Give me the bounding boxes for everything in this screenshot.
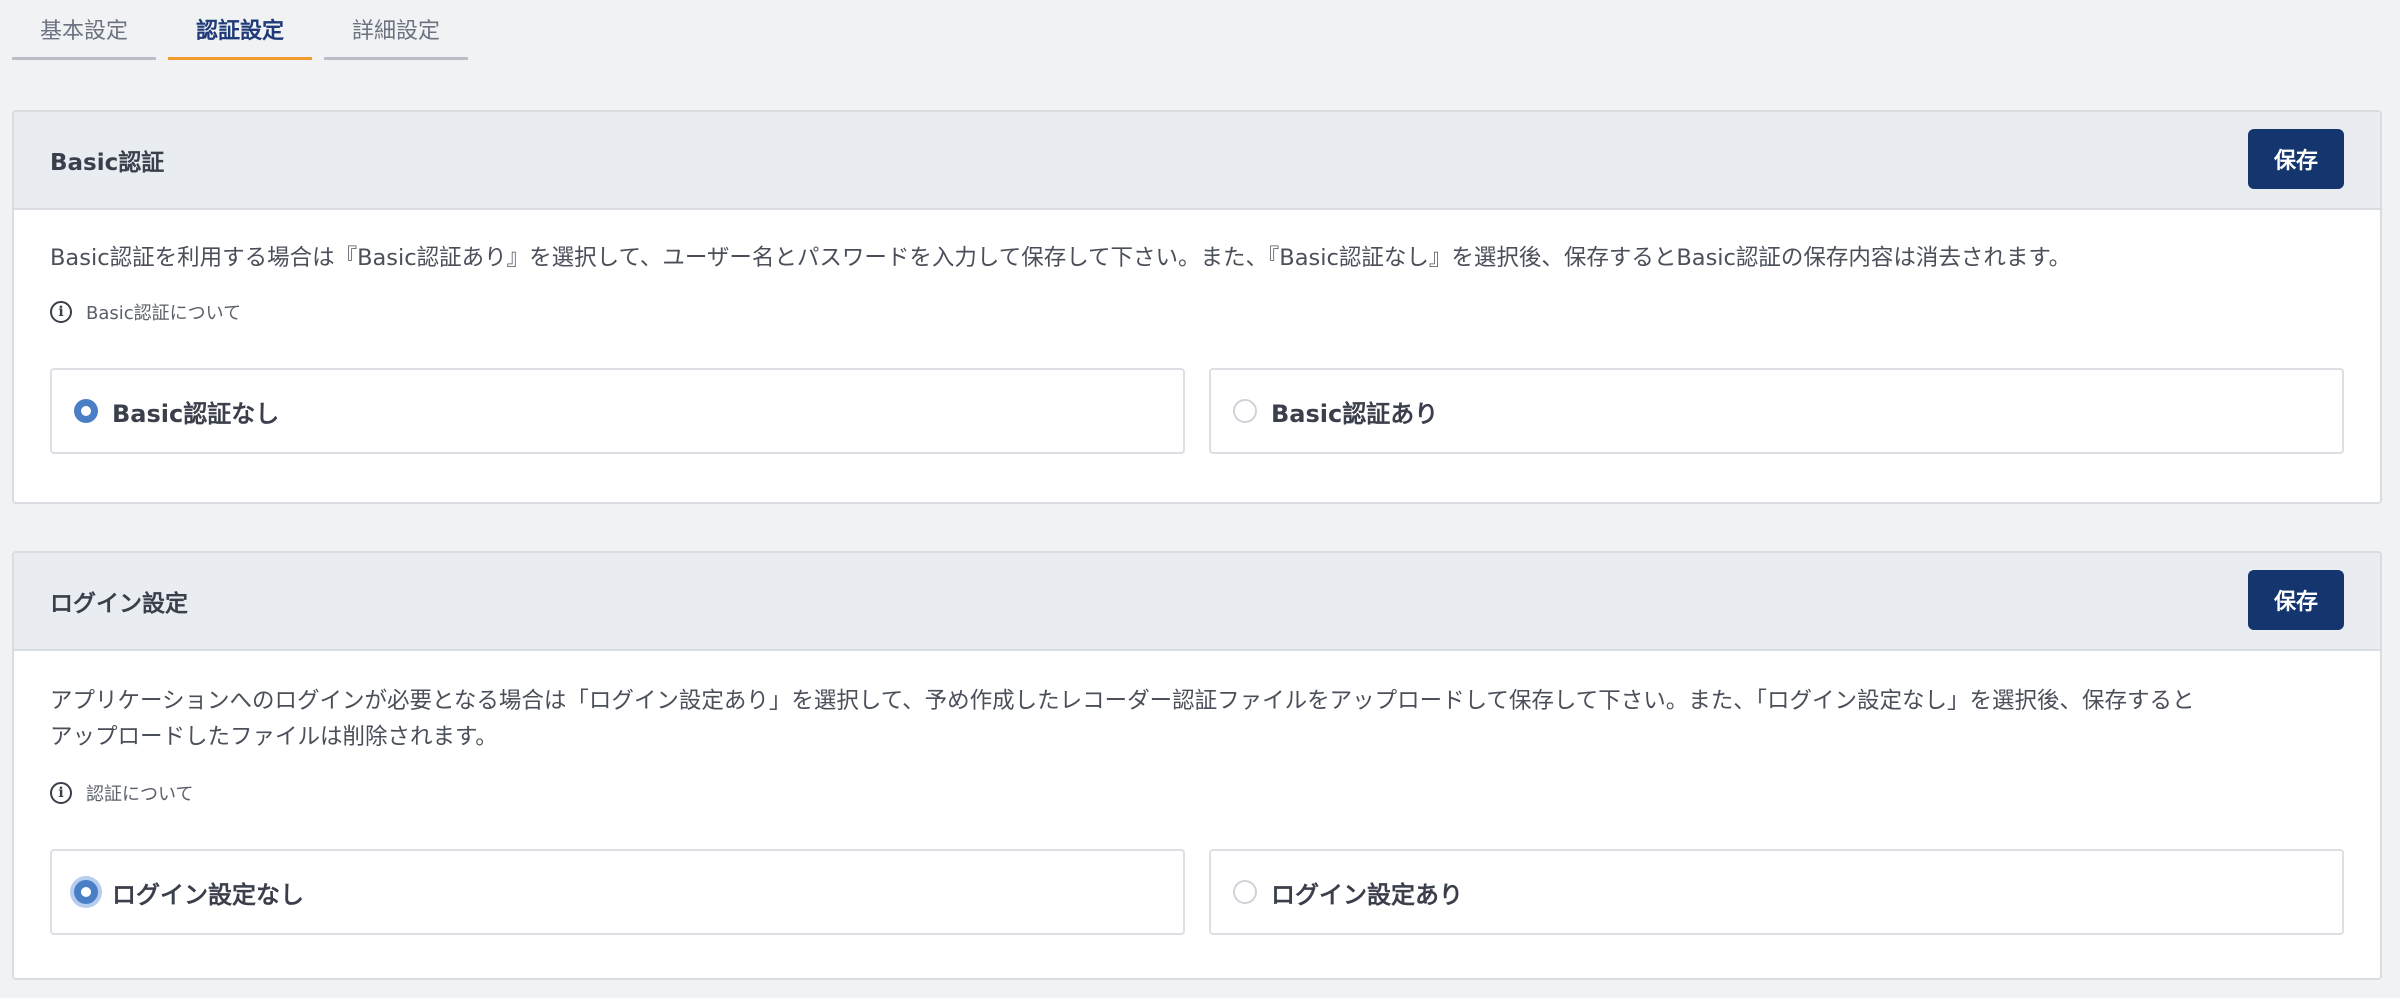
tab-auth-settings[interactable]: 認証設定 (168, 0, 312, 60)
login-on-option[interactable]: ログイン設定あり (1209, 849, 2344, 935)
login-save-button[interactable]: 保存 (2248, 570, 2344, 630)
tab-basic-settings[interactable]: 基本設定 (12, 0, 156, 60)
basic-auth-info-text: Basic認証について (86, 303, 242, 324)
basic-auth-description: Basic認証を利用する場合は『Basic認証あり』を選択して、ユーザー名とパス… (50, 245, 2072, 271)
radio-unchecked-icon[interactable] (1233, 399, 1257, 423)
login-description: アプリケーションへのログインが必要となる場合は「ログイン設定あり」を選択して、予… (50, 688, 2195, 750)
login-off-label: ログイン設定なし (112, 880, 304, 909)
info-circle-icon: i (50, 782, 72, 804)
basic-auth-title: Basic認証 (50, 150, 165, 176)
settings-tabs: 基本設定 認証設定 詳細設定 (12, 0, 468, 62)
basic-auth-on-option[interactable]: Basic認証あり (1209, 368, 2344, 454)
info-circle-icon: i (50, 301, 72, 323)
basic-auth-info-link[interactable]: i Basic認証について (50, 296, 2344, 328)
basic-auth-on-label: Basic認証あり (1271, 399, 1439, 428)
login-title: ログイン設定 (50, 591, 188, 617)
basic-auth-off-label: Basic認証なし (112, 399, 280, 428)
radio-unchecked-icon[interactable] (1233, 880, 1257, 904)
tab-advanced-settings[interactable]: 詳細設定 (324, 0, 468, 60)
basic-auth-header: Basic認証 保存 (14, 112, 2380, 210)
basic-auth-off-option[interactable]: Basic認証なし (50, 368, 1185, 454)
login-off-option[interactable]: ログイン設定なし (50, 849, 1185, 935)
radio-checked-icon[interactable] (74, 880, 98, 904)
basic-auth-options: Basic認証なし Basic認証あり (50, 368, 2344, 454)
login-info-link[interactable]: i 認証について (50, 777, 2344, 809)
basic-auth-save-button[interactable]: 保存 (2248, 129, 2344, 189)
radio-checked-icon[interactable] (74, 399, 98, 423)
basic-auth-body: Basic認証を利用する場合は『Basic認証あり』を選択して、ユーザー名とパス… (14, 210, 2380, 454)
basic-auth-section: Basic認証 保存 Basic認証を利用する場合は『Basic認証あり』を選択… (12, 110, 2382, 504)
login-header: ログイン設定 保存 (14, 553, 2380, 651)
login-body: アプリケーションへのログインが必要となる場合は「ログイン設定あり」を選択して、予… (14, 651, 2380, 935)
login-on-label: ログイン設定あり (1271, 880, 1463, 909)
login-info-text: 認証について (86, 784, 194, 805)
login-options: ログイン設定なし ログイン設定あり (50, 849, 2344, 935)
login-section: ログイン設定 保存 アプリケーションへのログインが必要となる場合は「ログイン設定… (12, 551, 2382, 980)
